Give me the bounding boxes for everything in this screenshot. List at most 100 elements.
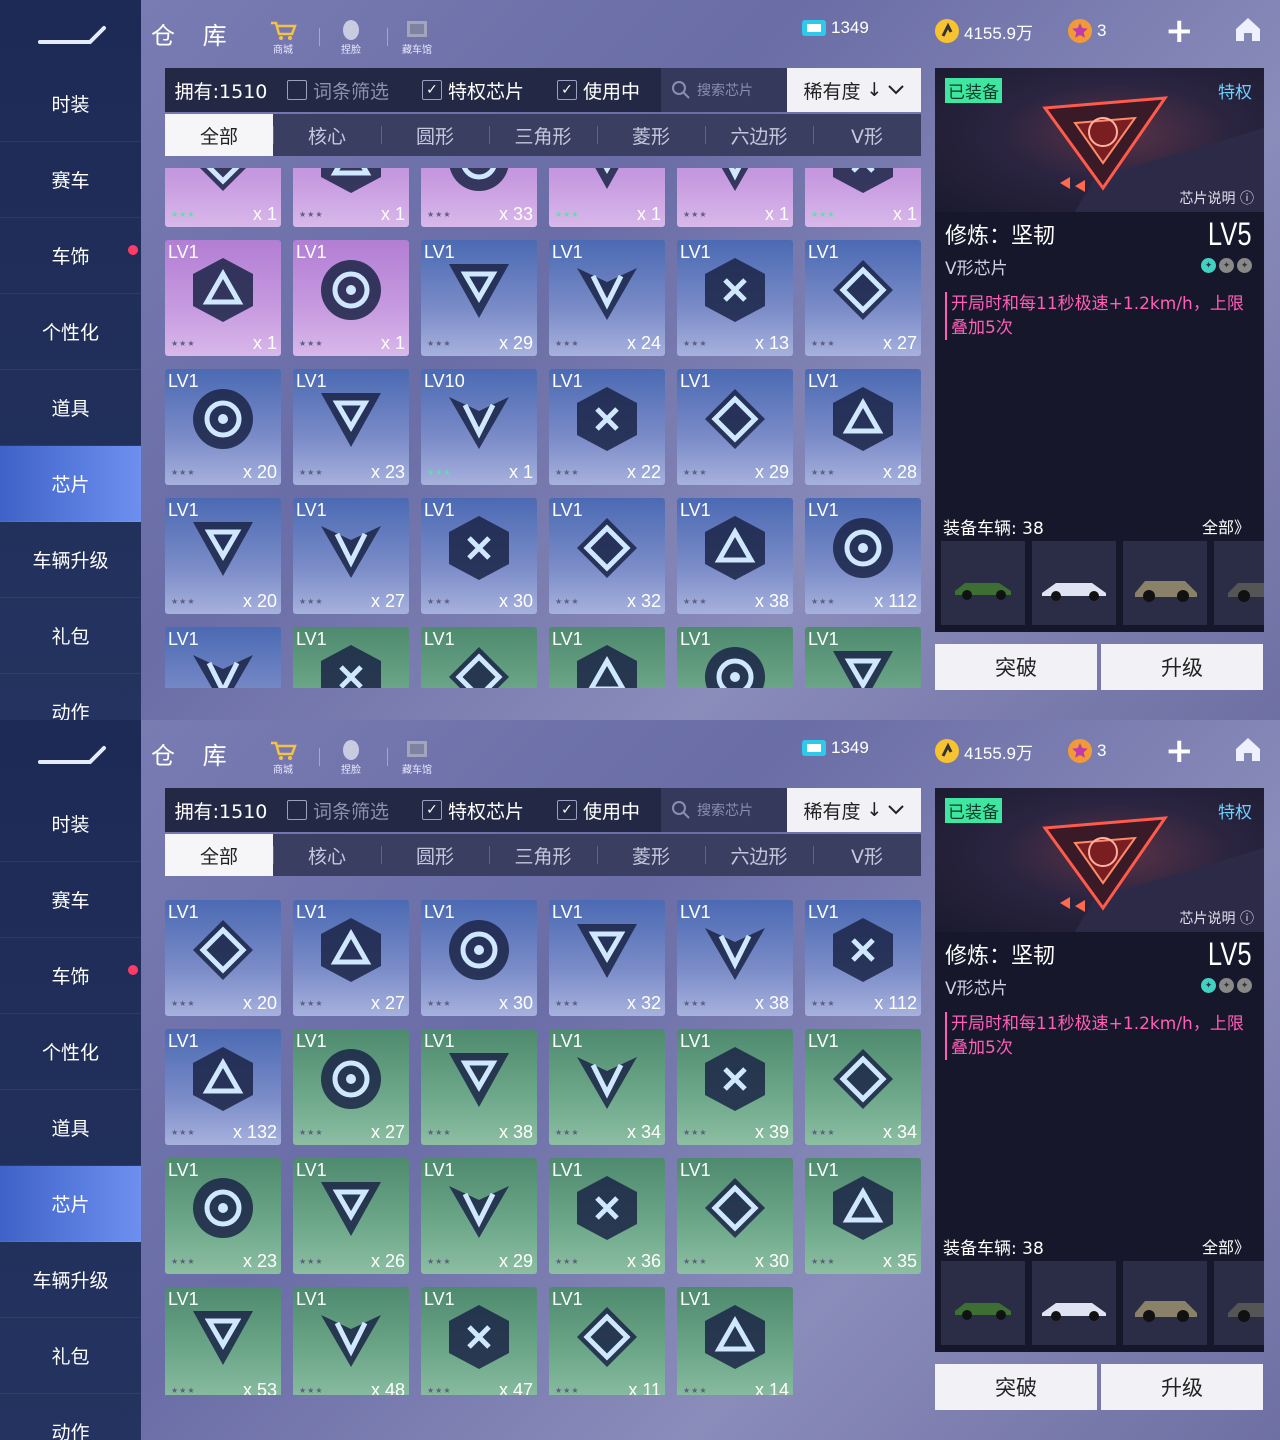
- sidebar-item-8[interactable]: 动作: [0, 674, 141, 720]
- vehicle-thumb[interactable]: [941, 1261, 1025, 1345]
- tab-6[interactable]: V形: [813, 834, 921, 876]
- in-use-checkbox[interactable]: ✓ 使用中: [557, 77, 657, 104]
- tab-5[interactable]: 六边形: [705, 834, 813, 876]
- breakthrough-button[interactable]: 突破: [935, 644, 1097, 690]
- tab-3[interactable]: 三角形: [489, 834, 597, 876]
- tab-0[interactable]: 全部: [165, 114, 273, 156]
- breakthrough-button[interactable]: 突破: [935, 1364, 1097, 1410]
- chip-card[interactable]: LV1 ★★★ x 11: [549, 1287, 665, 1395]
- chip-card[interactable]: LV1 ★★★ x 20: [165, 900, 281, 1016]
- chip-card[interactable]: ★★★ x 1: [293, 168, 409, 227]
- gem-counter[interactable]: 3: [1067, 738, 1106, 764]
- sidebar-item-2[interactable]: 车饰: [0, 218, 141, 294]
- chip-card[interactable]: LV1 ★★★ x 29: [421, 1158, 537, 1274]
- chip-card[interactable]: ★★★ x 1: [677, 168, 793, 227]
- sidebar-item-2[interactable]: 车饰: [0, 938, 141, 1014]
- sort-dropdown[interactable]: 稀有度 ↓: [787, 68, 921, 112]
- chip-card[interactable]: LV1 ★★★ x 24: [549, 240, 665, 356]
- chip-card[interactable]: LV1 ★★★ x 22: [549, 369, 665, 485]
- chip-card[interactable]: LV1 ★★★ x 34: [549, 1029, 665, 1145]
- sidebar-item-1[interactable]: 赛车: [0, 862, 141, 938]
- chip-card[interactable]: LV1 ★★★ x 28: [805, 369, 921, 485]
- sort-dropdown[interactable]: 稀有度 ↓: [787, 788, 921, 832]
- keyword-filter-checkbox[interactable]: 词条筛选: [287, 77, 412, 104]
- chip-card[interactable]: LV1 ★★★ x 32: [549, 498, 665, 614]
- chip-card[interactable]: LV1 ★★★ x 1: [165, 240, 281, 356]
- chip-description-link[interactable]: 芯片说明 ⓘ: [1180, 908, 1254, 928]
- chip-card[interactable]: LV1 ★★★ x 14: [677, 1287, 793, 1395]
- chip-card[interactable]: LV1 ★★★ x 27: [293, 498, 409, 614]
- shop-button[interactable]: 商城: [259, 732, 307, 776]
- tab-4[interactable]: 菱形: [597, 834, 705, 876]
- logo-icon[interactable]: [38, 742, 108, 766]
- chip-card[interactable]: LV1 ★★★ x 39: [677, 1029, 793, 1145]
- sidebar-item-0[interactable]: 时装: [0, 66, 141, 142]
- chip-card[interactable]: ★★★ x 1: [165, 168, 281, 227]
- vehicle-thumb[interactable]: [1123, 541, 1207, 625]
- garage-button[interactable]: 藏车馆: [393, 732, 441, 776]
- face-button[interactable]: 捏脸: [327, 732, 375, 776]
- privilege-chip-checkbox[interactable]: ✓ 特权芯片: [422, 77, 547, 104]
- shop-button[interactable]: 商城: [259, 12, 307, 56]
- add-currency-button[interactable]: +: [1165, 734, 1194, 768]
- add-currency-button[interactable]: +: [1165, 14, 1194, 48]
- chip-card[interactable]: LV1 ★★★ x 38: [677, 498, 793, 614]
- vehicle-thumb[interactable]: [1214, 541, 1264, 625]
- in-use-checkbox[interactable]: ✓ 使用中: [557, 797, 657, 824]
- chip-card[interactable]: LV1 ★★★ x 23: [165, 1158, 281, 1274]
- vehicle-thumb[interactable]: [941, 541, 1025, 625]
- chip-card[interactable]: LV1 ★★★ x 27: [293, 1029, 409, 1145]
- chip-card[interactable]: LV1 ★★★ x 48: [293, 1287, 409, 1395]
- tab-1[interactable]: 核心: [273, 834, 381, 876]
- tab-2[interactable]: 圆形: [381, 114, 489, 156]
- tab-6[interactable]: V形: [813, 114, 921, 156]
- keyword-filter-checkbox[interactable]: 词条筛选: [287, 797, 412, 824]
- tab-1[interactable]: 核心: [273, 114, 381, 156]
- chip-card[interactable]: LV1 ★★★ x 30: [421, 498, 537, 614]
- vehicle-thumb[interactable]: [1032, 541, 1116, 625]
- sidebar-item-5[interactable]: 芯片: [0, 1166, 141, 1242]
- tab-0[interactable]: 全部: [165, 834, 273, 876]
- vehicle-thumb[interactable]: [1214, 1261, 1264, 1345]
- vehicle-thumb[interactable]: [1032, 1261, 1116, 1345]
- chip-description-link[interactable]: 芯片说明 ⓘ: [1180, 188, 1254, 208]
- chip-card[interactable]: LV1 ★★★ x 30: [677, 1158, 793, 1274]
- chip-card[interactable]: LV1 ★★★ x 34: [805, 1029, 921, 1145]
- sidebar-item-3[interactable]: 个性化: [0, 294, 141, 370]
- sidebar-item-4[interactable]: 道具: [0, 1090, 141, 1166]
- vehicle-thumb[interactable]: [1123, 1261, 1207, 1345]
- home-icon[interactable]: [1233, 14, 1263, 44]
- chip-card[interactable]: LV1 ★★★ x 53: [165, 1287, 281, 1395]
- chip-card[interactable]: LV1 ★★★ x 112: [805, 498, 921, 614]
- chip-card[interactable]: LV1 ★★★ x 30: [421, 900, 537, 1016]
- chip-card[interactable]: ★★★ x 1: [805, 168, 921, 227]
- search-input[interactable]: 搜索芯片: [661, 68, 787, 112]
- view-all-vehicles-link[interactable]: 全部》: [1202, 1234, 1250, 1258]
- sidebar-item-1[interactable]: 赛车: [0, 142, 141, 218]
- home-icon[interactable]: [1233, 734, 1263, 764]
- ticket-counter[interactable]: 1349: [801, 738, 869, 758]
- chip-card[interactable]: LV1 ★★★ x 13: [677, 240, 793, 356]
- chip-card[interactable]: LV1★★★: [677, 627, 793, 688]
- ticket-counter[interactable]: 1349: [801, 18, 869, 38]
- chip-card[interactable]: LV1 ★★★ x 32: [549, 900, 665, 1016]
- privilege-chip-checkbox[interactable]: ✓ 特权芯片: [422, 797, 547, 824]
- chip-card[interactable]: LV1 ★★★ x 27: [805, 240, 921, 356]
- chip-card[interactable]: LV1★★★: [421, 627, 537, 688]
- face-button[interactable]: 捏脸: [327, 12, 375, 56]
- chip-card[interactable]: LV1 ★★★ x 20: [165, 369, 281, 485]
- sidebar-item-7[interactable]: 礼包: [0, 598, 141, 674]
- tab-3[interactable]: 三角形: [489, 114, 597, 156]
- chip-card[interactable]: LV1 ★★★ x 112: [805, 900, 921, 1016]
- logo-icon[interactable]: [38, 22, 108, 46]
- coin-counter[interactable]: 4155.9万: [934, 18, 1033, 44]
- sidebar-item-6[interactable]: 车辆升级: [0, 1242, 141, 1318]
- chip-card[interactable]: LV1 ★★★ x 132: [165, 1029, 281, 1145]
- sidebar-item-3[interactable]: 个性化: [0, 1014, 141, 1090]
- sidebar-item-5[interactable]: 芯片: [0, 446, 141, 522]
- sidebar-item-6[interactable]: 车辆升级: [0, 522, 141, 598]
- sidebar-item-8[interactable]: 动作: [0, 1394, 141, 1440]
- coin-counter[interactable]: 4155.9万: [934, 738, 1033, 764]
- upgrade-button[interactable]: 升级: [1101, 644, 1263, 690]
- chip-card[interactable]: LV1 ★★★ x 26: [293, 1158, 409, 1274]
